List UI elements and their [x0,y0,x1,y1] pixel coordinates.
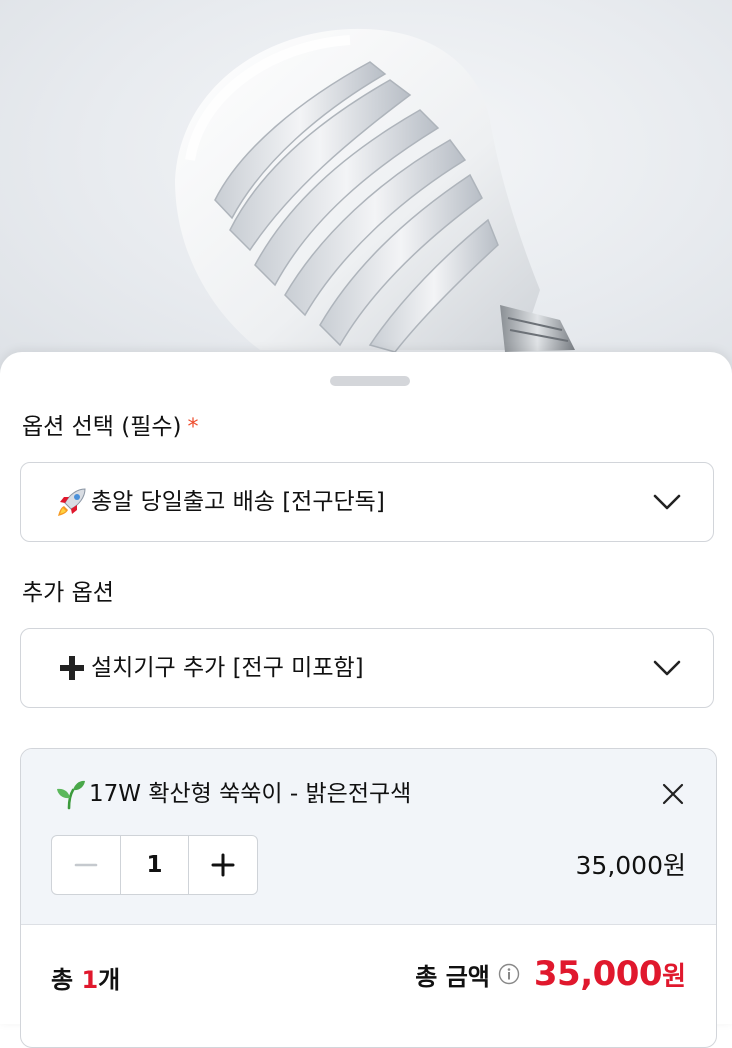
required-mark: * [187,415,199,440]
close-icon[interactable] [660,781,686,807]
decrease-button[interactable] [52,836,120,894]
item-price: 35,000원 [575,851,686,880]
chevron-down-icon [653,494,681,510]
led-bulb-illustration [175,28,575,353]
option-section-title: 옵션 선택 (필수) * [22,412,199,443]
seedling-icon [57,780,85,810]
selected-item-card: 17W 확산형 쑥쑥이 - 밝은전구색 1 35,000원 총 1개 총 금액 … [20,748,717,1048]
addon-select-value: 설치기구 추가 [전구 미포함] [55,651,364,685]
increase-button[interactable] [189,836,257,894]
total-amount-label: 총 금액 [415,962,490,991]
sheet-drag-handle[interactable] [330,376,410,386]
quantity-stepper: 1 [51,835,258,895]
rocket-icon [58,488,86,516]
total-count: 총 1개 [51,960,120,995]
minus-icon [74,863,98,867]
total-amount: 35,000 [533,954,663,994]
product-image [0,0,732,380]
total-amount-group: 총 금액 35,000 원 [415,954,686,994]
addon-selected-text: 설치기구 추가 [전구 미포함] [91,655,364,681]
quantity-value[interactable]: 1 [120,836,189,894]
option-bottom-sheet: 옵션 선택 (필수) * 총알 당일출고 배송 [전구단독] 추가 옵션 설치기… [0,352,732,1048]
addon-section-title: 추가 옵션 [22,580,114,606]
addon-select[interactable]: 설치기구 추가 [전구 미포함] [20,628,714,708]
option-select[interactable]: 총알 당일출고 배송 [전구단독] [20,462,714,542]
selected-item-title: 17W 확산형 쑥쑥이 - 밝은전구색 [53,777,411,811]
total-count-prefix: 총 [51,966,82,994]
total-count-suffix: 개 [98,966,121,994]
selected-item-row: 17W 확산형 쑥쑥이 - 밝은전구색 1 35,000원 [21,749,716,925]
option-selected-text: 총알 당일출고 배송 [전구단독] [91,489,385,515]
plus-icon [60,656,84,680]
option-section-label: 옵션 선택 (필수) [22,414,182,440]
chevron-down-icon [653,660,681,676]
total-amount-unit: 원 [662,961,686,992]
plus-icon [211,853,235,877]
total-summary: 총 1개 총 금액 35,000 원 [21,924,716,1047]
info-icon[interactable] [498,963,520,985]
option-select-value: 총알 당일출고 배송 [전구단독] [55,485,385,519]
total-count-number: 1 [81,966,99,994]
selected-item-name: 17W 확산형 쑥쑥이 - 밝은전구색 [89,781,412,807]
